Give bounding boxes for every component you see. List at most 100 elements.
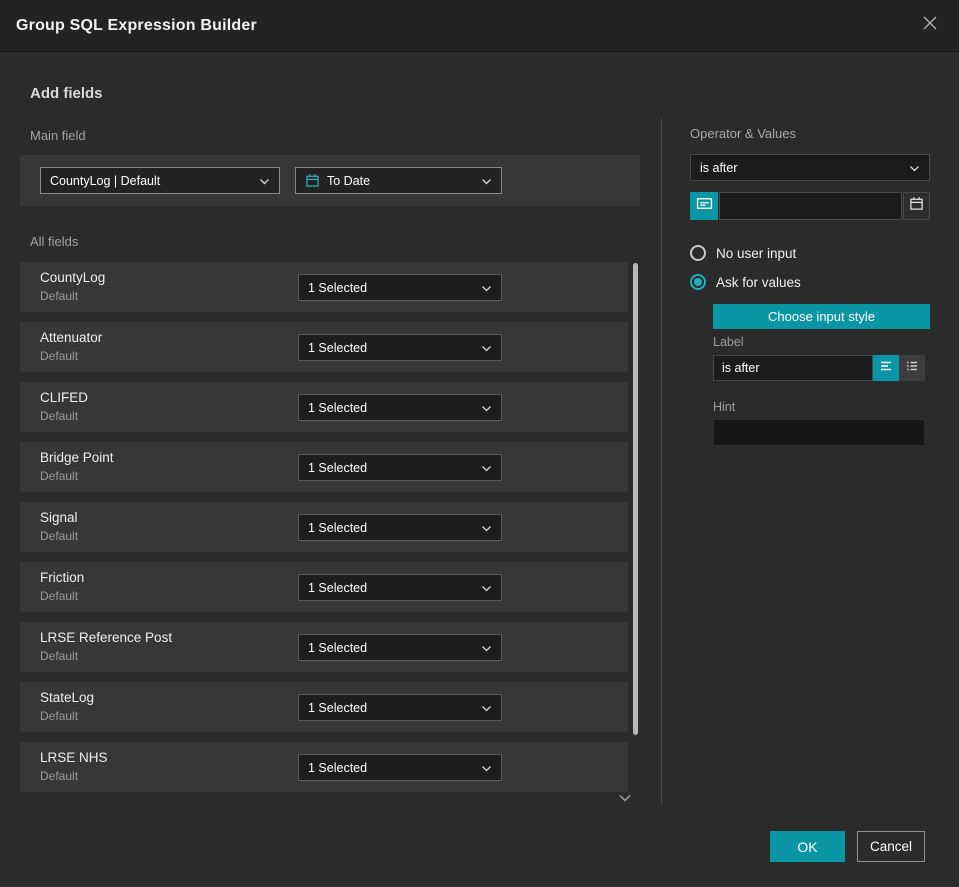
radio-icon: [690, 245, 706, 261]
choose-input-style-button[interactable]: Choose input style: [713, 304, 930, 329]
operator-values-heading: Operator & Values: [690, 126, 796, 141]
main-field-label: Main field: [30, 128, 86, 143]
field-selected-dropdown[interactable]: 1 Selected: [298, 514, 502, 541]
dialog-header: Group SQL Expression Builder: [0, 0, 959, 52]
field-name: LRSE Reference Post: [40, 630, 173, 645]
field-name: LRSE NHS: [40, 750, 108, 765]
field-row: Friction Default 1 Selected: [20, 562, 628, 612]
field-selected-value: 1 Selected: [308, 640, 368, 655]
align-left-button[interactable]: [873, 355, 899, 381]
field-selected-dropdown[interactable]: 1 Selected: [298, 754, 502, 781]
field-subtitle: Default: [40, 469, 79, 483]
field-selected-dropdown[interactable]: 1 Selected: [298, 634, 502, 661]
radio-no-user-input[interactable]: No user input: [690, 245, 796, 261]
field-subtitle: Default: [40, 289, 79, 303]
field-name: Friction: [40, 570, 85, 585]
main-field-select[interactable]: CountyLog | Default: [40, 167, 280, 194]
field-selected-dropdown[interactable]: 1 Selected: [298, 574, 502, 601]
all-fields-label: All fields: [30, 234, 79, 249]
vertical-divider: [661, 118, 662, 805]
list-icon: [905, 359, 919, 378]
label-input[interactable]: [713, 355, 873, 381]
chevron-down-icon: [481, 461, 492, 475]
field-selected-dropdown[interactable]: 1 Selected: [298, 334, 502, 361]
field-subtitle: Default: [40, 709, 79, 723]
field-selected-value: 1 Selected: [308, 760, 368, 775]
operator-select-value: is after: [700, 160, 738, 175]
hint-input[interactable]: [713, 419, 925, 446]
field-row: CountyLog Default 1 Selected: [20, 262, 628, 312]
chevron-down-icon: [481, 401, 492, 415]
radio-label: Ask for values: [716, 274, 801, 290]
all-fields-list: CountyLog Default 1 Selected Attenuator …: [20, 262, 628, 792]
chevron-down-icon: [481, 701, 492, 715]
field-subtitle: Default: [40, 349, 79, 363]
field-subtitle: Default: [40, 529, 79, 543]
field-subtitle: Default: [40, 649, 79, 663]
field-subtitle: Default: [40, 589, 79, 603]
field-name: CLIFED: [40, 390, 89, 405]
field-selected-value: 1 Selected: [308, 700, 368, 715]
field-row: Attenuator Default 1 Selected: [20, 322, 628, 372]
calendar-icon: [305, 173, 320, 188]
field-selected-dropdown[interactable]: 1 Selected: [298, 394, 502, 421]
field-row: Bridge Point Default 1 Selected: [20, 442, 628, 492]
field-row: CLIFED Default 1 Selected: [20, 382, 628, 432]
field-selected-value: 1 Selected: [308, 460, 368, 475]
field-selected-value: 1 Selected: [308, 280, 368, 295]
field-subtitle: Default: [40, 409, 79, 423]
field-selected-value: 1 Selected: [308, 580, 368, 595]
calendar-icon: [909, 196, 924, 216]
field-subtitle: Default: [40, 769, 79, 783]
main-field-panel: CountyLog | Default To Date: [20, 155, 640, 206]
cancel-button[interactable]: Cancel: [857, 831, 925, 862]
dialog-title: Group SQL Expression Builder: [16, 16, 257, 34]
radio-ask-for-values[interactable]: Ask for values: [690, 274, 801, 290]
field-selected-dropdown[interactable]: 1 Selected: [298, 274, 502, 301]
label-caption: Label: [713, 335, 744, 349]
field-selected-value: 1 Selected: [308, 400, 368, 415]
field-row: StateLog Default 1 Selected: [20, 682, 628, 732]
chevron-down-icon: [259, 174, 270, 188]
operator-select[interactable]: is after: [690, 154, 930, 181]
main-field-select-value: CountyLog | Default: [50, 173, 161, 188]
field-selected-value: 1 Selected: [308, 340, 368, 355]
date-field-select[interactable]: To Date: [295, 167, 502, 194]
chevron-down-icon: [909, 161, 920, 175]
scrollbar-thumb[interactable]: [633, 263, 638, 735]
field-row: LRSE NHS Default 1 Selected: [20, 742, 628, 792]
scroll-down-icon[interactable]: [615, 791, 635, 805]
radio-selected-icon: [690, 274, 706, 290]
field-name: Signal: [40, 510, 78, 525]
field-name: StateLog: [40, 690, 95, 705]
field-selected-value: 1 Selected: [308, 520, 368, 535]
date-value-input[interactable]: [719, 192, 902, 220]
field-selected-dropdown[interactable]: 1 Selected: [298, 694, 502, 721]
field-name: Attenuator: [40, 330, 103, 345]
hint-caption: Hint: [713, 400, 736, 414]
field-row: LRSE Reference Post Default 1 Selected: [20, 622, 628, 672]
date-picker-button[interactable]: [903, 192, 930, 220]
radio-label: No user input: [716, 245, 797, 261]
date-field-select-value: To Date: [327, 173, 371, 188]
field-name: Bridge Point: [40, 450, 114, 465]
chevron-down-icon: [481, 761, 492, 775]
chevron-down-icon: [481, 174, 492, 188]
manual-input-toggle-button[interactable]: [690, 192, 718, 220]
close-icon: [921, 14, 939, 37]
chevron-down-icon: [481, 281, 492, 295]
ok-button[interactable]: OK: [770, 831, 845, 862]
add-fields-heading: Add fields: [30, 85, 103, 102]
field-row: Signal Default 1 Selected: [20, 502, 628, 552]
group-sql-expression-builder-dialog: Group SQL Expression Builder Add fields …: [0, 0, 959, 887]
chevron-down-icon: [481, 521, 492, 535]
chevron-down-icon: [481, 581, 492, 595]
list-style-button[interactable]: [899, 355, 925, 381]
manual-input-icon: [696, 195, 713, 217]
field-name: CountyLog: [40, 270, 106, 285]
chevron-down-icon: [481, 641, 492, 655]
field-selected-dropdown[interactable]: 1 Selected: [298, 454, 502, 481]
chevron-down-icon: [481, 341, 492, 355]
close-button[interactable]: [917, 13, 943, 39]
align-left-icon: [879, 359, 893, 378]
